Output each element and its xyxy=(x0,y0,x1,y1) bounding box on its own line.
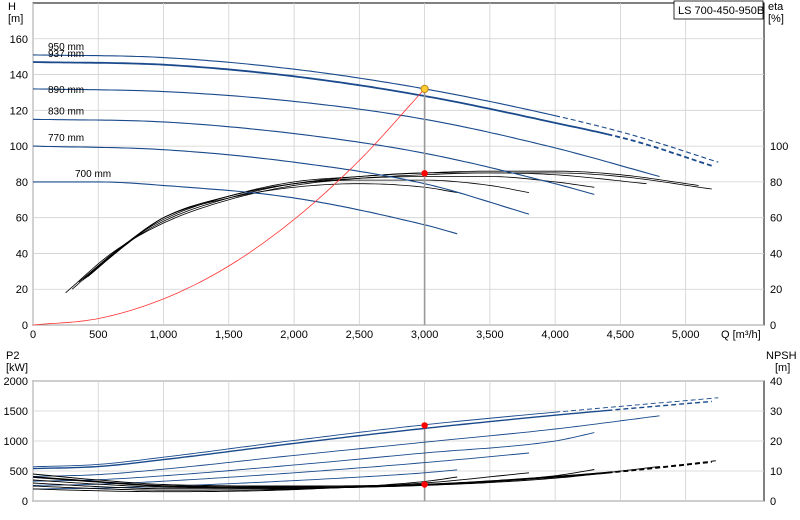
y-right-tick-label: 80 xyxy=(770,177,782,189)
x-tick-label: 3,500 xyxy=(476,329,504,341)
y-right-tick-label: 0 xyxy=(770,320,776,332)
y-right-title-line1: eta xyxy=(768,1,784,13)
npsh-tick-label: 20 xyxy=(770,436,782,448)
p2-tick-label: 2000 xyxy=(4,376,28,388)
p2-tick-label: 1500 xyxy=(4,406,28,418)
x-tick-label: 3,000 xyxy=(411,329,439,341)
y-right-tick-label: 40 xyxy=(770,248,782,260)
y-left-tick-label: 80 xyxy=(16,177,28,189)
y-left-title-line2: [m] xyxy=(8,13,23,25)
x-tick-label: 4,500 xyxy=(607,329,635,341)
y-left-tick-label: 160 xyxy=(10,34,28,46)
head-curve-label: 890 mm xyxy=(48,85,84,96)
x-tick-label: 2,000 xyxy=(280,329,308,341)
duty-point-efficiency xyxy=(421,170,428,177)
head-curve-label: 770 mm xyxy=(48,133,84,144)
npsh-title-line2: [m] xyxy=(775,362,790,374)
npsh-tick-label: 0 xyxy=(770,496,776,508)
x-tick-label: 1,000 xyxy=(150,329,178,341)
x-tick-label: 2,500 xyxy=(346,329,374,341)
x-tick-label: 500 xyxy=(89,329,107,341)
head-curve-label: 700 mm xyxy=(75,169,111,180)
p2-title-line1: P2 xyxy=(6,350,19,362)
p2-tick-label: 1000 xyxy=(4,436,28,448)
y-right-tick-label: 60 xyxy=(770,213,782,225)
y-left-title-line1: H xyxy=(8,1,16,13)
model-label: LS 700-450-950B xyxy=(678,5,764,17)
y-right-title-line2: [%] xyxy=(768,13,784,25)
power-npsh-plot: 0 500 1000 1500 2000 0 10 20 30 40 P2 [kW] NPSH [… xyxy=(4,350,797,508)
x-tick-label: 5,000 xyxy=(672,329,700,341)
p2-tick-label: 500 xyxy=(10,466,28,478)
head-curve-label: 830 mm xyxy=(48,106,84,117)
npsh-title-line1: NPSH xyxy=(766,350,797,362)
npsh-tick-label: 40 xyxy=(770,376,782,388)
y-left-tick-label: 120 xyxy=(10,105,28,117)
y-left-tick-label: 60 xyxy=(16,213,28,225)
head-curve-label: 937 mm xyxy=(48,49,84,60)
duty-point-npsh xyxy=(421,481,428,488)
npsh-tick-label: 30 xyxy=(770,406,782,418)
npsh-tick-label: 10 xyxy=(770,466,782,478)
model-label-box: LS 700-450-950B xyxy=(673,0,764,20)
x-tick-label: 1,500 xyxy=(215,329,243,341)
upper-plot-frame xyxy=(32,2,765,326)
x-tick-label: 4,000 xyxy=(541,329,569,341)
y-left-tick-label: 100 xyxy=(10,141,28,153)
duty-point-power xyxy=(421,422,428,429)
y-right-tick-label: 100 xyxy=(770,141,788,153)
head-efficiency-plot: 950 mm937 mm890 mm830 mm770 mm700 mm 0 50… xyxy=(8,0,788,341)
p2-tick-label: 0 xyxy=(22,496,28,508)
y-right-tick-label: 20 xyxy=(770,284,782,296)
pump-performance-chart: 950 mm937 mm890 mm830 mm770 mm700 mm 0 50… xyxy=(4,0,797,508)
y-left-tick-label: 40 xyxy=(16,248,28,260)
y-left-tick-label: 20 xyxy=(16,284,28,296)
x-tick-label: 0 xyxy=(30,329,36,341)
y-left-tick-label: 140 xyxy=(10,70,28,82)
duty-point-head xyxy=(420,84,429,93)
y-left-tick-label: 0 xyxy=(22,320,28,332)
p2-title-line2: [kW] xyxy=(6,362,28,374)
x-axis-title: Q [m³/h] xyxy=(721,329,761,341)
